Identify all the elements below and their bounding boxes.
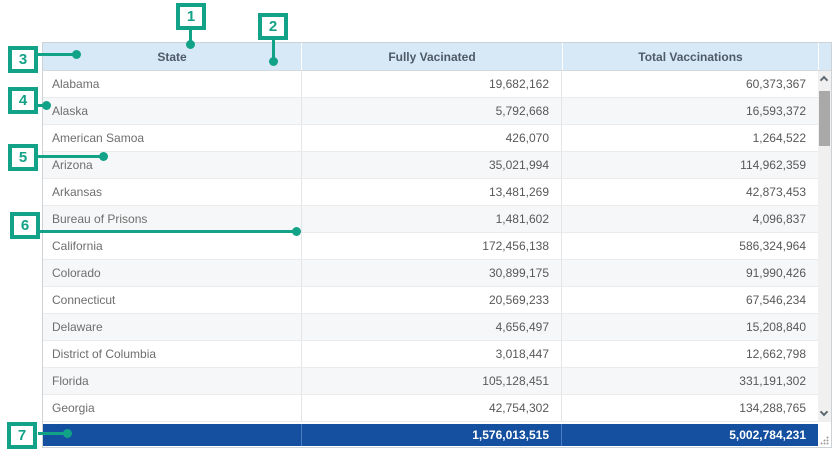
vertical-scrollbar[interactable] (818, 71, 831, 422)
total-vaccinations-cell: 16,593,372 (561, 98, 818, 124)
table-row[interactable]: Arizona35,021,994114,962,359 (43, 152, 818, 179)
fully-vacinated-cell: 35,021,994 (301, 152, 561, 178)
callout-3-connector (37, 53, 74, 56)
total-vaccinations-cell: 1,264,522 (561, 125, 818, 151)
fully-vacinated-cell: 42,754,302 (301, 395, 561, 421)
table-row[interactable]: California172,456,138586,324,964 (43, 233, 818, 260)
scroll-up-button[interactable] (818, 71, 831, 86)
total-vaccinations-cell: 12,662,798 (561, 341, 818, 367)
table-row[interactable]: Florida105,128,451331,191,302 (43, 368, 818, 395)
table-row[interactable]: Arkansas13,481,26942,873,453 (43, 179, 818, 206)
table-row[interactable]: Bureau of Prisons1,481,6024,096,837 (43, 206, 818, 233)
callout-4: 4 (8, 87, 38, 114)
chevron-down-icon (820, 408, 828, 416)
callout-5-label: 5 (19, 149, 27, 166)
callout-7-connector (38, 432, 65, 435)
total-vaccinations-cell: 91,990,426 (561, 260, 818, 286)
callout-5-dot (99, 152, 108, 161)
callout-2: 2 (258, 13, 288, 40)
column-header-scroll-spacer (819, 43, 831, 71)
table-row[interactable]: Connecticut20,569,23367,546,234 (43, 287, 818, 314)
column-header-fully-vacinated[interactable]: Fully Vacinated (302, 43, 562, 71)
fully-vacinated-cell: 19,682,162 (301, 71, 561, 97)
state-cell: Delaware (43, 314, 301, 340)
callout-2-dot (269, 57, 278, 66)
total-vaccinations-cell: 67,546,234 (561, 287, 818, 313)
callout-6-dot (292, 227, 301, 236)
table-rows: Alabama19,682,16260,373,367Alaska5,792,6… (43, 71, 818, 422)
callout-6-connector (38, 230, 294, 233)
state-cell: Connecticut (43, 287, 301, 313)
state-cell: Florida (43, 368, 301, 394)
attribute-table: State Fully Vacinated Total Vaccinations… (42, 42, 832, 448)
callout-2-connector (272, 39, 275, 59)
total-vaccinations-cell: 134,288,765 (561, 395, 818, 421)
callout-6: 6 (10, 212, 40, 239)
column-header-total-vaccinations[interactable]: Total Vaccinations (563, 43, 818, 71)
total-vaccinations-cell: 60,373,367 (561, 71, 818, 97)
callout-2-label: 2 (269, 18, 277, 35)
state-cell: Alabama (43, 71, 301, 97)
table-row[interactable]: Alaska5,792,66816,593,372 (43, 98, 818, 125)
fully-vacinated-cell: 30,899,175 (301, 260, 561, 286)
state-cell: Georgia (43, 395, 301, 421)
fully-vacinated-cell: 3,018,447 (301, 341, 561, 367)
fully-vacinated-cell: 20,569,233 (301, 287, 561, 313)
table-header-row: State Fully Vacinated Total Vaccinations (43, 43, 831, 71)
scrollbar-thumb[interactable] (819, 91, 830, 146)
scroll-down-button[interactable] (818, 407, 831, 422)
state-cell: District of Columbia (43, 341, 301, 367)
resize-grip-icon[interactable] (820, 436, 829, 445)
fully-vacinated-cell: 4,656,497 (301, 314, 561, 340)
table-row[interactable]: Alabama19,682,16260,373,367 (43, 71, 818, 98)
table-row[interactable]: Delaware4,656,49715,208,840 (43, 314, 818, 341)
totals-total-vaccinations: 5,002,784,231 (561, 424, 818, 446)
callout-3-dot (72, 50, 81, 59)
total-vaccinations-cell: 4,096,837 (561, 206, 818, 232)
fully-vacinated-cell: 105,128,451 (301, 368, 561, 394)
state-cell: Arkansas (43, 179, 301, 205)
total-vaccinations-cell: 114,962,359 (561, 152, 818, 178)
callout-5-connector (36, 155, 101, 158)
callout-6-label: 6 (21, 217, 29, 234)
scrollbar-corner (818, 422, 831, 447)
fully-vacinated-cell: 5,792,668 (301, 98, 561, 124)
callout-4-label: 4 (19, 92, 27, 109)
table-row[interactable]: Georgia42,754,302134,288,765 (43, 395, 818, 422)
table-totals-row: 1,576,013,515 5,002,784,231 (43, 424, 818, 446)
totals-fully-vacinated: 1,576,013,515 (301, 424, 561, 446)
column-header-state[interactable]: State (43, 43, 301, 71)
table-row[interactable]: American Samoa426,0701,264,522 (43, 125, 818, 152)
state-cell: Alaska (43, 98, 301, 124)
state-cell: California (43, 233, 301, 259)
callout-7-label: 7 (18, 427, 26, 444)
total-vaccinations-cell: 586,324,964 (561, 233, 818, 259)
total-vaccinations-cell: 331,191,302 (561, 368, 818, 394)
state-cell: American Samoa (43, 125, 301, 151)
state-cell: Colorado (43, 260, 301, 286)
callout-3: 3 (8, 46, 38, 73)
table-row[interactable]: District of Columbia3,018,44712,662,798 (43, 341, 818, 368)
totals-state-cell (43, 424, 301, 446)
total-vaccinations-cell: 15,208,840 (561, 314, 818, 340)
state-cell: Bureau of Prisons (43, 206, 301, 232)
callout-1: 1 (176, 3, 206, 30)
fully-vacinated-cell: 13,481,269 (301, 179, 561, 205)
table-viewport: Alabama19,682,16260,373,367Alaska5,792,6… (43, 70, 831, 421)
fully-vacinated-cell: 1,481,602 (301, 206, 561, 232)
callout-7-dot (63, 429, 72, 438)
callout-3-label: 3 (19, 51, 27, 68)
table-row[interactable]: Colorado30,899,17591,990,426 (43, 260, 818, 287)
callout-4-dot (42, 101, 51, 110)
fully-vacinated-cell: 172,456,138 (301, 233, 561, 259)
fully-vacinated-cell: 426,070 (301, 125, 561, 151)
chevron-up-icon (820, 76, 828, 84)
callout-1-label: 1 (187, 8, 195, 25)
callout-7: 7 (7, 422, 37, 449)
callout-1-dot (186, 40, 195, 49)
total-vaccinations-cell: 42,873,453 (561, 179, 818, 205)
callout-5: 5 (8, 144, 38, 171)
